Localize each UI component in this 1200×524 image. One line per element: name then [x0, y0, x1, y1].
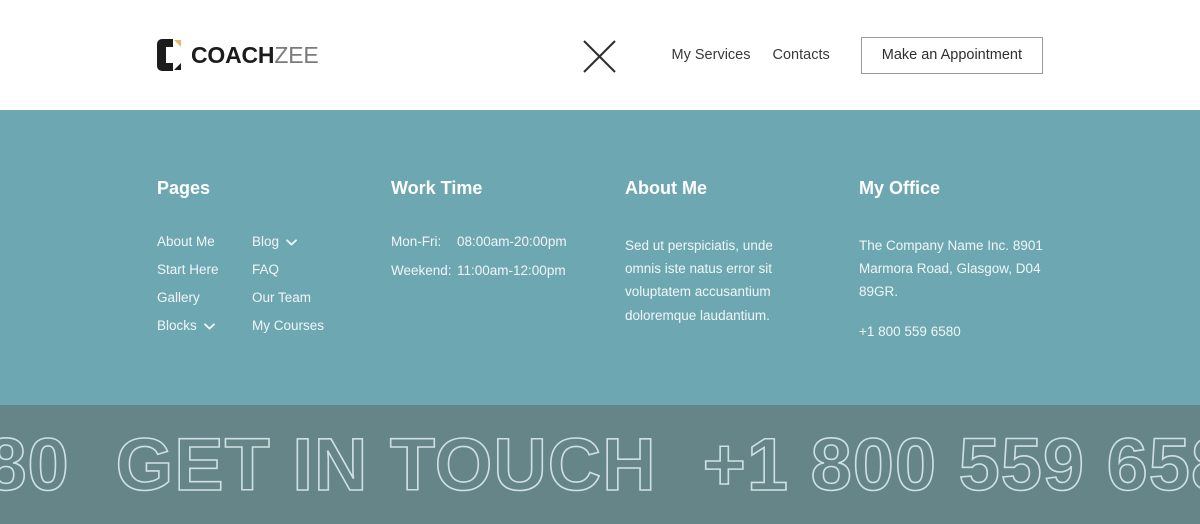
marquee-segment: GET IN TOUCH [115, 422, 657, 506]
footer-link-blog[interactable]: Blog [252, 234, 324, 249]
footer-column-title: Work Time [391, 178, 483, 198]
footer-link-label: FAQ [252, 262, 280, 277]
work-time-label: Mon-Fri: [391, 234, 442, 249]
footer-link-gallery[interactable]: Gallery [157, 290, 252, 305]
logo-text-secondary: ZEE [274, 41, 319, 68]
pages-list-two: Blog FAQ Our Team My Courses [252, 234, 324, 333]
footer-column-my-office: My Office The Company Name Inc. 8901 Mar… [859, 178, 1099, 341]
office-phone-link[interactable]: +1 800 559 6580 [859, 324, 961, 339]
work-time-label: Weekend: [391, 263, 452, 278]
logo[interactable]: COACHZEE [157, 39, 319, 71]
marquee-track: 800 559 6580GET IN TOUCH+1 800 559 6580G… [0, 426, 1200, 502]
chevron-down-icon [203, 318, 215, 333]
footer-column-work-time: Work Time Mon-Fri: 08:00am-20:00pm Weeke… [391, 178, 625, 341]
pages-link-lists: About Me Start Here Gallery Blocks Blog … [157, 234, 391, 333]
footer-column-about-me: About Me Sed ut perspiciatis, unde omnis… [625, 178, 859, 341]
marquee-segment: +1 800 559 6580 [702, 422, 1200, 506]
footer-link-label: Blocks [157, 318, 197, 333]
footer-link-blocks[interactable]: Blocks [157, 318, 252, 333]
header-nav: My Services Contacts Make an Appointment [672, 0, 1043, 110]
footer-link-label: About Me [157, 234, 215, 249]
about-me-text: Sed ut perspiciatis, unde omnis iste nat… [625, 238, 773, 323]
work-time-row: Weekend: 11:00am-12:00pm [391, 263, 625, 278]
site-footer: Pages About Me Start Here Gallery Blocks [0, 110, 1200, 405]
close-x-icon[interactable] [582, 39, 617, 74]
footer-link-faq[interactable]: FAQ [252, 262, 324, 277]
footer-columns: Pages About Me Start Here Gallery Blocks [0, 110, 1200, 341]
nav-item-my-services[interactable]: My Services [672, 47, 751, 63]
coachzee-c-mark-icon [157, 39, 182, 71]
footer-link-label: Our Team [252, 290, 312, 305]
footer-column-title: My Office [859, 178, 941, 198]
site-header: COACHZEE My Services Contacts Make an Ap… [0, 0, 1200, 110]
logo-text-primary: COACH [191, 41, 275, 68]
logo-wordmark: COACHZEE [191, 41, 319, 68]
footer-link-our-team[interactable]: Our Team [252, 290, 324, 305]
footer-link-my-courses[interactable]: My Courses [252, 318, 324, 333]
marquee-segment: 800 559 6580 [0, 422, 70, 506]
work-time-value: 08:00am-20:00pm [457, 234, 567, 249]
footer-column-title: Pages [157, 178, 211, 198]
office-address: The Company Name Inc. 8901 Marmora Road,… [859, 238, 1043, 300]
footer-link-label: Blog [252, 234, 280, 249]
footer-link-start-here[interactable]: Start Here [157, 262, 252, 277]
footer-link-label: Gallery [157, 290, 200, 305]
footer-link-label: Start Here [157, 262, 219, 277]
work-time-row: Mon-Fri: 08:00am-20:00pm [391, 234, 625, 249]
footer-link-label: My Courses [252, 318, 325, 333]
nav-item-contacts[interactable]: Contacts [773, 47, 830, 63]
footer-column-title: About Me [625, 178, 707, 198]
chevron-down-icon [286, 234, 297, 249]
work-time-value: 11:00am-12:00pm [457, 263, 566, 278]
make-an-appointment-button[interactable]: Make an Appointment [860, 36, 1043, 74]
footer-column-pages: Pages About Me Start Here Gallery Blocks [157, 178, 391, 341]
footer-link-about-me[interactable]: About Me [157, 234, 252, 249]
pages-list-one: About Me Start Here Gallery Blocks [157, 234, 252, 333]
marquee-band: 800 559 6580GET IN TOUCH+1 800 559 6580G… [0, 405, 1200, 524]
